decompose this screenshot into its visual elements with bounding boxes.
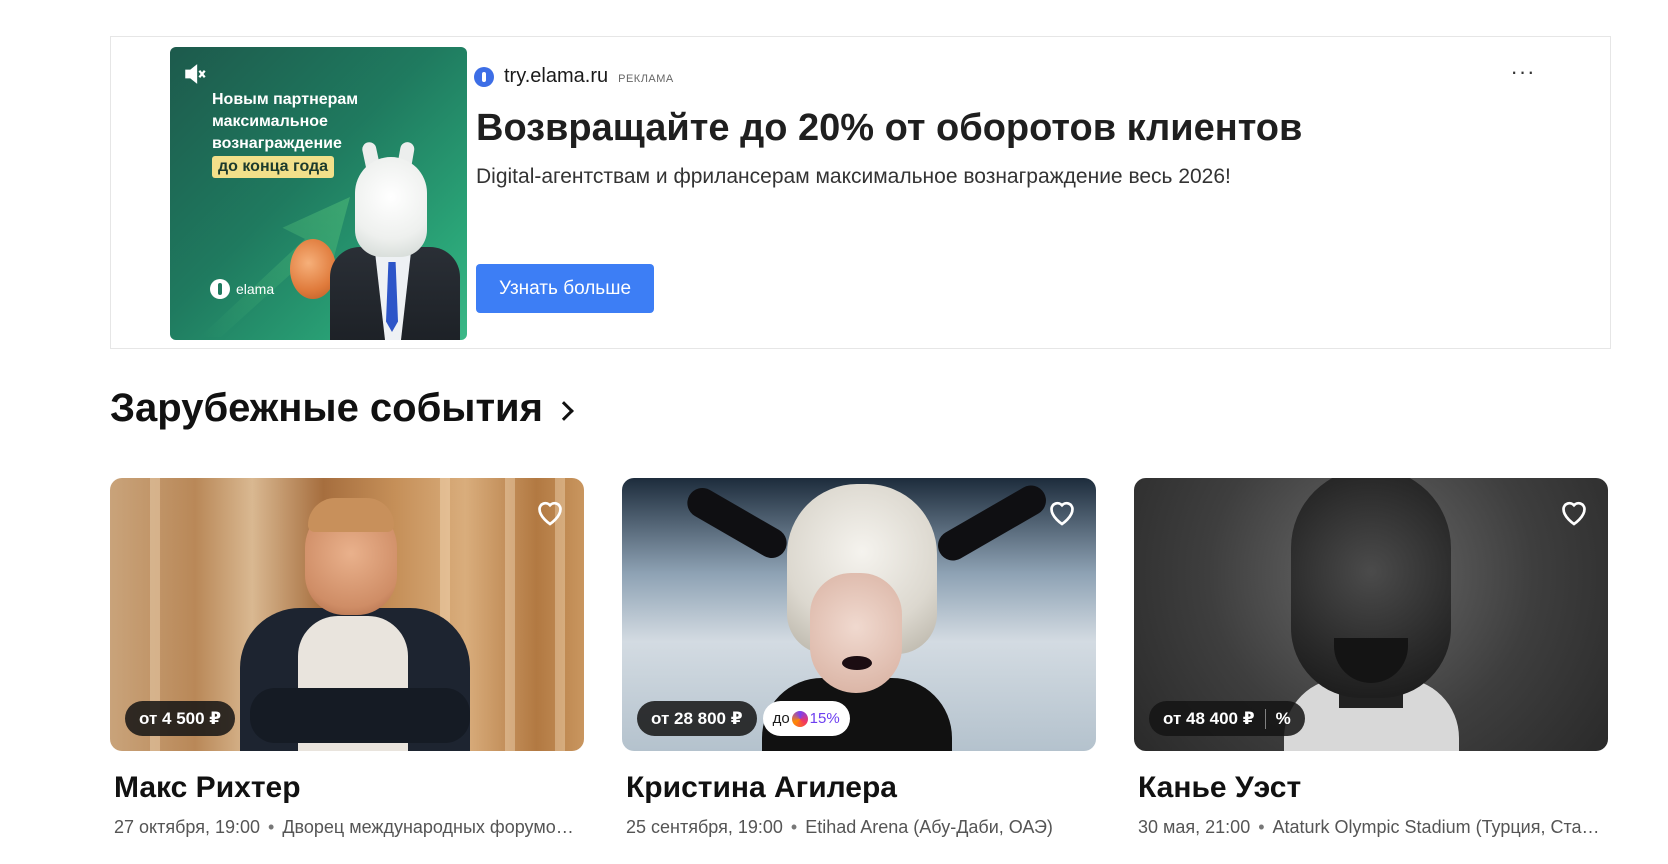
- ad-image[interactable]: Новым партнерам максимальное вознагражде…: [170, 47, 467, 340]
- ad-brand-logo: elama: [210, 279, 274, 299]
- event-photo[interactable]: от 4 500 ₽: [110, 478, 584, 751]
- event-card[interactable]: от 4 500 ₽ Макс Рихтер 27 октября, 19:00…: [110, 478, 584, 838]
- event-date: 25 сентября, 19:00: [626, 817, 783, 837]
- event-card[interactable]: от 48 400 ₽ % Канье Уэст 30 мая, 21:00 • A…: [1134, 478, 1608, 838]
- price-badge: от 28 800 ₽: [637, 701, 757, 736]
- learn-more-button[interactable]: Узнать больше: [476, 264, 654, 313]
- event-date: 30 мая, 21:00: [1138, 817, 1251, 837]
- event-meta: 27 октября, 19:00 • Дворец международных ф…: [114, 817, 580, 838]
- decor-stripe: [505, 478, 515, 751]
- bullet-separator: •: [1258, 817, 1265, 837]
- ad-domain-text[interactable]: try.elama.ru: [504, 65, 608, 88]
- person-arms: [250, 688, 470, 743]
- event-name[interactable]: Кристина Агилера: [626, 771, 1096, 805]
- price-row: от 48 400 ₽ %: [1149, 701, 1305, 736]
- event-photo[interactable]: от 48 400 ₽ %: [1134, 478, 1608, 751]
- event-venue: Дворец международных форумов ...: [282, 817, 580, 837]
- person-lips: [842, 656, 872, 670]
- favorite-heart-icon[interactable]: [1044, 494, 1080, 530]
- ad-title[interactable]: Возвращайте до 20% от оборотов клиентов: [476, 107, 1302, 150]
- event-card[interactable]: от 28 800 ₽ до 15% Кристина Агилера 25 с…: [622, 478, 1096, 838]
- event-meta: 25 сентября, 19:00 • Etihad Arena (Абу-Даб…: [626, 817, 1092, 838]
- favicon-icon: [474, 66, 494, 87]
- price-badge: от 48 400 ₽ %: [1149, 701, 1305, 736]
- cashback-prefix: до: [772, 710, 790, 727]
- section-header[interactable]: Зарубежные события: [110, 386, 574, 431]
- bullet-separator: •: [268, 817, 275, 837]
- person-arm: [932, 480, 1052, 566]
- price-badge: от 4 500 ₽: [125, 701, 236, 736]
- person-hair: [308, 498, 394, 532]
- elama-logo-icon: [210, 279, 230, 299]
- llama-head-graphic: [355, 157, 427, 257]
- ad-domain[interactable]: try.elama.ru РЕКЛАМА: [474, 65, 674, 88]
- ad-description: Digital-агентствам и фрилансерам максима…: [476, 165, 1231, 188]
- plus-logo-icon: [791, 710, 808, 727]
- ad-banner[interactable]: Новым партнерам максимальное вознагражде…: [110, 36, 1611, 349]
- event-meta: 30 мая, 21:00 • Ataturk Olympic Stadium (Т…: [1138, 817, 1604, 838]
- event-venue: Etihad Arena (Абу-Даби, ОАЭ): [805, 817, 1053, 837]
- divider: [1264, 708, 1266, 729]
- event-venue: Ataturk Olympic Stadium (Турция, Стам...: [1272, 817, 1604, 837]
- section-title[interactable]: Зарубежные события: [110, 386, 543, 431]
- price-row: от 4 500 ₽: [125, 701, 236, 736]
- more-icon[interactable]: ···: [1506, 61, 1540, 87]
- event-name[interactable]: Канье Уэст: [1138, 771, 1608, 805]
- ad-label: РЕКЛАМА: [618, 72, 674, 85]
- cashback-badge: до 15%: [762, 701, 850, 736]
- bullet-separator: •: [790, 817, 798, 837]
- mute-icon[interactable]: [182, 61, 216, 91]
- chevron-right-icon[interactable]: [554, 400, 574, 421]
- favorite-heart-icon[interactable]: [1556, 494, 1592, 530]
- favorite-heart-icon[interactable]: [532, 494, 568, 530]
- person-face: [810, 573, 902, 693]
- event-name[interactable]: Макс Рихтер: [114, 771, 584, 805]
- promo-highlight: до конца года: [212, 156, 335, 178]
- ad-brand-name: elama: [236, 281, 275, 297]
- discount-icon: %: [1275, 708, 1291, 728]
- price-text: от 48 400 ₽: [1163, 708, 1255, 728]
- cashback-value: 15%: [809, 710, 840, 727]
- event-photo[interactable]: от 28 800 ₽ до 15%: [622, 478, 1096, 751]
- price-row: от 28 800 ₽ до 15%: [637, 701, 850, 736]
- person-arm: [681, 482, 793, 564]
- event-date: 27 октября, 19:00: [114, 817, 261, 837]
